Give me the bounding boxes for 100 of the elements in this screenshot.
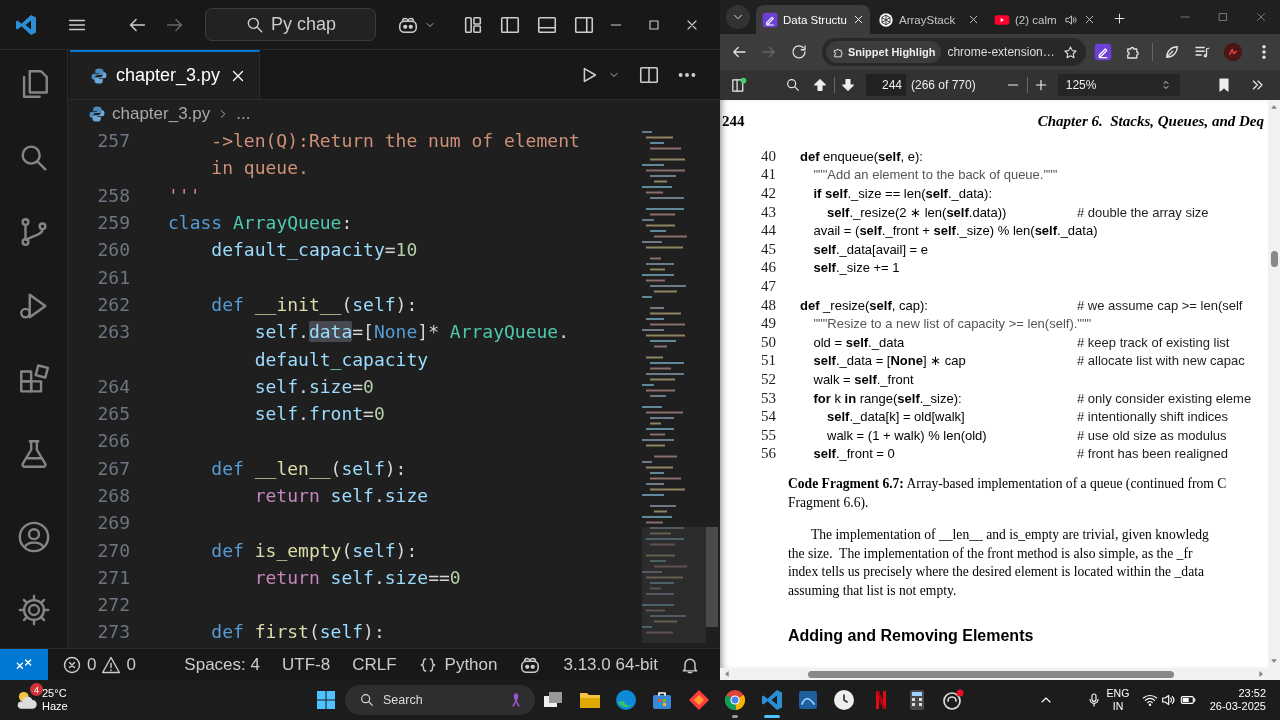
code-line: def __init__(self): bbox=[210, 293, 418, 315]
app-icon[interactable] bbox=[941, 688, 966, 712]
problems-button[interactable]: 0 0 bbox=[62, 654, 136, 675]
line-number: 53 bbox=[760, 389, 776, 407]
browser-tab[interactable]: (2) calm bbox=[988, 5, 1102, 34]
code-line: class ArrayQueue: bbox=[168, 212, 353, 234]
breadcrumb-item[interactable]: chapter_3.py bbox=[112, 103, 211, 124]
browser-icon[interactable] bbox=[723, 688, 748, 712]
python-file-icon bbox=[88, 104, 106, 123]
taskbar-search[interactable]: Search bbox=[345, 685, 535, 715]
account-icon[interactable] bbox=[16, 520, 51, 554]
braces-icon bbox=[418, 655, 437, 674]
page-field[interactable]: 244 bbox=[866, 74, 906, 96]
close-icon[interactable] bbox=[1083, 13, 1096, 26]
leaf-icon[interactable] bbox=[1163, 43, 1181, 61]
code-line: self._resize(2 ∗ len(self.data)) bbox=[827, 204, 1007, 220]
zoom-select[interactable]: 125% bbox=[1057, 74, 1180, 96]
line-number: 257 bbox=[96, 130, 130, 152]
code-line: self.data=[None]* ArrayQueue. bbox=[253, 321, 570, 343]
breadcrumb-item[interactable]: ... bbox=[236, 103, 251, 124]
tab-search-button[interactable] bbox=[726, 5, 750, 29]
code-line: def _resize(self, cap): bbox=[800, 297, 928, 313]
status-item[interactable]: Spaces: 4 bbox=[184, 654, 260, 675]
pen-app-icon[interactable] bbox=[1094, 43, 1112, 61]
code-line: self._data = [None] ∗ cap bbox=[813, 353, 966, 369]
section-heading: Adding and Removing Elements bbox=[788, 627, 1035, 646]
code-comment: # keep track of existing list bbox=[1077, 334, 1230, 350]
line-number: 265 bbox=[96, 403, 130, 425]
code-line: """Resize to a new list of capacity >= len(self).""" bbox=[813, 316, 1092, 332]
line-number: 261 bbox=[96, 266, 130, 288]
code-line: """Add an element to the back of queue.""" bbox=[813, 167, 1058, 183]
error-icon bbox=[62, 654, 82, 675]
code-line: if self._size == len(self._data): bbox=[813, 186, 993, 201]
code-line: ->len(Q):Return the num of element bbox=[210, 130, 580, 152]
code-line: def first(self): bbox=[210, 621, 385, 643]
scrollbar-thumb[interactable] bbox=[1270, 251, 1278, 267]
scrollbar-thumb[interactable] bbox=[706, 527, 718, 627]
close-icon[interactable] bbox=[967, 13, 980, 26]
figure-caption: Code Fragment 6.7: Array-based implementation of a queue (continued from C Fragment 6.6). bbox=[788, 475, 1228, 513]
weather-widget[interactable]: 4 25°C Haze bbox=[14, 682, 110, 718]
command-center[interactable]: Py chap bbox=[205, 8, 376, 41]
code-line: def is_empty(self): bbox=[210, 539, 418, 561]
code-comment: # use old size as modulus bbox=[1077, 427, 1227, 443]
line-number: 267 bbox=[96, 457, 130, 479]
code-line: default_capacity bbox=[253, 348, 429, 370]
browser-tab[interactable]: Data Structu bbox=[756, 5, 870, 34]
line-number: 52 bbox=[760, 370, 776, 388]
app-logo-icon bbox=[14, 12, 38, 37]
extension-chip[interactable]: Snippet Highligh bbox=[826, 41, 942, 63]
maximize-icon[interactable] bbox=[1216, 10, 1230, 24]
line-number: 262 bbox=[96, 293, 130, 315]
temperature: 25°C bbox=[42, 687, 68, 700]
star-icon[interactable] bbox=[1063, 44, 1078, 60]
language-button[interactable]: Python bbox=[418, 654, 498, 675]
clock-button[interactable]: 23:52 26-03-2025 bbox=[1206, 687, 1266, 713]
line-number: 51 bbox=[760, 352, 776, 370]
paragraph: The implementation of __len__ and is_empty are trivial, given knowledg the size. The implementation of the front method is also simple, as the _fr index tells us precisely where the desired element is located within the _data assuming that list is not empty. bbox=[788, 526, 1210, 600]
volume-icon[interactable] bbox=[1160, 692, 1176, 708]
wave-logo-icon[interactable] bbox=[613, 688, 638, 712]
start-icon[interactable] bbox=[314, 688, 338, 712]
editor-tab[interactable]: chapter_3.py bbox=[70, 50, 260, 99]
line-number: 272 bbox=[96, 594, 130, 616]
code-line: walk = self._front bbox=[813, 371, 914, 387]
sidebar-toggle-icon[interactable] bbox=[730, 76, 747, 94]
microphone-icon[interactable] bbox=[1086, 692, 1102, 708]
down-arrow-icon[interactable] bbox=[840, 77, 856, 93]
status-item[interactable]: UTF-8 bbox=[281, 654, 331, 675]
code-line: self._data[k] = old[walk] bbox=[827, 409, 965, 425]
address-bar[interactable]: Snippet Highligh chrome-extension… bbox=[822, 38, 1086, 66]
code-line: self._front = 0 bbox=[813, 446, 895, 462]
wifi-icon[interactable] bbox=[1142, 692, 1158, 708]
code-line: return self.size==0 bbox=[253, 566, 461, 588]
reload-icon[interactable] bbox=[790, 43, 808, 61]
code-comment: # double the array size bbox=[1077, 204, 1209, 220]
settings-icon[interactable] bbox=[16, 593, 51, 627]
line-number: 269 bbox=[96, 512, 130, 534]
weather-condition: Haze bbox=[42, 700, 68, 713]
up-arrow-icon[interactable] bbox=[812, 77, 828, 93]
status-item[interactable]: 3.13.0 64-bit bbox=[563, 654, 658, 675]
code-line: old = self._data bbox=[813, 334, 905, 350]
search-icon[interactable] bbox=[785, 77, 801, 93]
remote-button[interactable] bbox=[0, 649, 48, 680]
language-indicator[interactable]: ENG IN bbox=[1106, 687, 1130, 713]
clock-icon[interactable] bbox=[832, 688, 857, 712]
line-number: 42 bbox=[760, 185, 776, 202]
python-file-icon bbox=[90, 66, 108, 85]
code-line: self.size=0 bbox=[253, 375, 374, 397]
line-number: 46 bbox=[760, 259, 776, 277]
new-tab-icon[interactable] bbox=[1112, 11, 1127, 26]
line-number: 41 bbox=[760, 166, 776, 184]
browser-tab[interactable]: ArrayStack bbox=[872, 5, 986, 34]
scrollbar-thumb[interactable] bbox=[808, 670, 1174, 678]
code-editor-icon[interactable] bbox=[759, 688, 784, 712]
code-line: self._data[avail] = e bbox=[813, 241, 929, 257]
line-number: 266 bbox=[96, 430, 130, 452]
code-line: self._size += 1 bbox=[813, 260, 900, 276]
line-number: 56 bbox=[760, 445, 776, 463]
status-item[interactable]: CRLF bbox=[352, 654, 397, 675]
profile-avatar-icon[interactable] bbox=[1223, 42, 1243, 62]
code-line: ''' bbox=[168, 184, 201, 206]
